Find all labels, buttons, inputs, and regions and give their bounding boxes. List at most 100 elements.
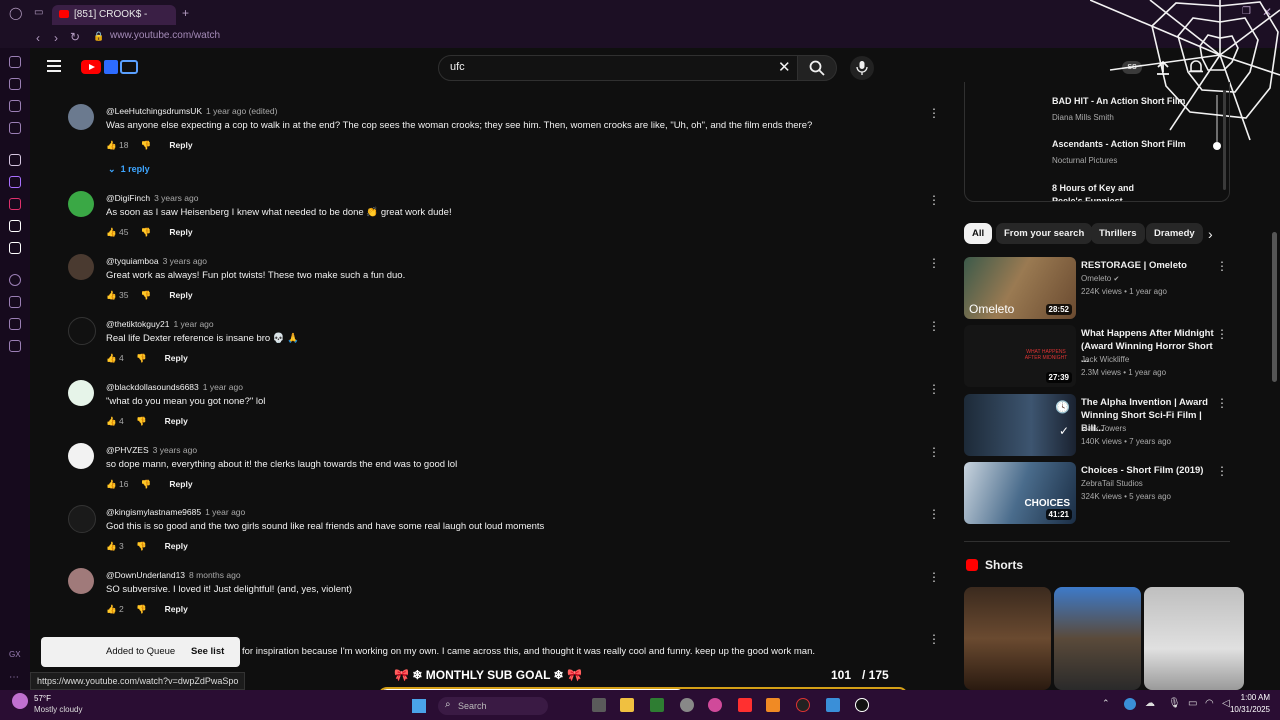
avatar[interactable] xyxy=(68,380,94,406)
tab-overview-icon[interactable]: ▭ xyxy=(34,7,43,18)
sidebar-tiktok-icon[interactable] xyxy=(9,220,21,232)
search-input[interactable]: ufc xyxy=(450,61,465,73)
like-icon[interactable]: 👍 xyxy=(106,604,117,614)
dislike-icon[interactable]: 👎 xyxy=(141,140,152,150)
comment-time[interactable]: 1 year ago xyxy=(173,319,213,329)
sidebar-news-icon[interactable] xyxy=(9,100,21,112)
tab-active[interactable]: [851] CROOK$ - Comedy xyxy=(52,5,176,40)
reply-button[interactable]: Reply xyxy=(165,604,188,614)
weather-temp[interactable]: 57°F xyxy=(34,694,51,703)
dislike-icon[interactable]: 👎 xyxy=(141,290,152,300)
video-channel[interactable]: Omeleto ✔ xyxy=(1081,274,1119,283)
video-thumbnail[interactable]: Omeleto 28:52 xyxy=(964,257,1076,319)
app-icon[interactable] xyxy=(826,698,840,712)
video-thumbnail[interactable]: WHAT HAPPENS AFTER MIDNIGHT 27:39 xyxy=(964,325,1076,387)
reply-button[interactable]: Reply xyxy=(165,353,188,363)
dislike-icon[interactable]: 👎 xyxy=(136,604,147,614)
see-list-button[interactable]: See list xyxy=(191,646,224,657)
reply-button[interactable]: Reply xyxy=(169,140,192,150)
avatar[interactable] xyxy=(68,317,96,345)
video-channel[interactable]: Mark Towers xyxy=(1081,424,1126,433)
sidebar-chatgpt-icon[interactable] xyxy=(9,56,21,68)
video-channel[interactable]: ZebraTail Studios xyxy=(1081,479,1143,488)
video-title[interactable]: Choices - Short Film (2019) xyxy=(1081,464,1216,477)
sidebar-extension-icon[interactable] xyxy=(9,318,21,330)
like-icon[interactable]: 👍 xyxy=(106,416,117,426)
avatar[interactable] xyxy=(68,505,96,533)
avatar[interactable] xyxy=(68,254,94,280)
comment-time[interactable]: 1 year ago (edited) xyxy=(206,106,277,116)
reply-button[interactable]: Reply xyxy=(165,541,188,551)
tray-app-icon[interactable] xyxy=(1124,698,1136,710)
youtube-app-icon[interactable] xyxy=(738,698,752,712)
chip-thrillers[interactable]: Thrillers xyxy=(1091,223,1145,244)
comment-author[interactable]: @DigiFinch xyxy=(106,193,150,203)
dislike-icon[interactable]: 👎 xyxy=(136,416,147,426)
dislike-icon[interactable]: 👎 xyxy=(136,353,147,363)
video-menu-icon[interactable]: ⋮ xyxy=(1216,396,1228,410)
sidebar-x-icon[interactable] xyxy=(9,242,21,254)
watch-later-icon[interactable]: 🕓 xyxy=(1055,400,1070,414)
add-to-queue-icon[interactable]: ✓ xyxy=(1059,424,1069,438)
microphone-icon[interactable]: 🎙 xyxy=(1168,698,1181,709)
dislike-icon[interactable]: 👎 xyxy=(141,479,152,489)
comment-author[interactable]: @LeeHutchingsdrumsUK xyxy=(106,106,202,116)
recommended-video[interactable]: CHOICES 41:21 Choices - Short Film (2019… xyxy=(964,462,1234,526)
app-icon[interactable] xyxy=(650,698,664,712)
sidebar-discord-icon[interactable] xyxy=(9,122,21,134)
comment-menu-icon[interactable]: ⋮ xyxy=(928,382,940,396)
doodle-logo-icon[interactable] xyxy=(104,60,118,74)
menu-icon[interactable] xyxy=(47,60,61,72)
video-title[interactable]: RESTORAGE | Omeleto xyxy=(1081,259,1216,272)
video-menu-icon[interactable]: ⋮ xyxy=(1216,464,1228,478)
video-thumbnail[interactable]: 🕓 ✓ xyxy=(964,394,1076,456)
sidebar-tools-icon[interactable] xyxy=(9,340,21,352)
opera-gx-icon[interactable] xyxy=(708,698,722,712)
comment-menu-icon[interactable]: ⋮ xyxy=(928,319,940,333)
weather-icon[interactable] xyxy=(12,693,28,709)
new-tab-icon[interactable]: + xyxy=(182,6,189,20)
playlist-item-title[interactable]: Ascendants - Action Short Film xyxy=(1052,139,1186,149)
chip-all[interactable]: All xyxy=(964,223,993,244)
like-icon[interactable]: 👍 xyxy=(106,353,117,363)
sidebar-games-icon[interactable] xyxy=(9,296,21,308)
sidebar-player-icon[interactable] xyxy=(9,274,21,286)
wifi-icon[interactable]: ◠ xyxy=(1205,698,1214,709)
forward-icon[interactable]: › xyxy=(54,31,58,45)
avatar[interactable] xyxy=(68,191,94,217)
clock-date[interactable]: 10/31/2025 xyxy=(1218,705,1270,714)
like-icon[interactable]: 👍 xyxy=(106,290,117,300)
comment-menu-icon[interactable]: ⋮ xyxy=(928,570,940,584)
app-icon[interactable] xyxy=(796,698,810,712)
avatar[interactable] xyxy=(68,568,94,594)
like-icon[interactable]: 👍 xyxy=(106,479,117,489)
chevron-right-icon[interactable]: › xyxy=(1208,226,1213,242)
clock-time[interactable]: 1:00 AM xyxy=(1228,693,1270,702)
comment-author[interactable]: @thetiktokguy21 xyxy=(106,319,169,329)
video-menu-icon[interactable]: ⋮ xyxy=(1216,327,1228,341)
comment-author[interactable]: @DownUnderland13 xyxy=(106,570,185,580)
comment-menu-icon[interactable]: ⋮ xyxy=(928,106,940,120)
comment-menu-icon[interactable]: ⋮ xyxy=(928,445,940,459)
comment-time[interactable]: 3 years ago xyxy=(154,193,198,203)
comment-menu-icon[interactable]: ⋮ xyxy=(928,507,940,521)
sidebar-messenger-icon[interactable] xyxy=(9,78,21,90)
video-channel[interactable]: Jack Wickliffe xyxy=(1081,355,1129,364)
comment-time[interactable]: 8 months ago xyxy=(189,570,241,580)
short-thumbnail[interactable] xyxy=(1054,587,1141,690)
youtube-logo-icon[interactable] xyxy=(81,60,101,74)
page-scrollbar[interactable] xyxy=(1272,232,1277,382)
recommended-video[interactable]: Omeleto 28:52 RESTORAGE | Omeleto Omelet… xyxy=(964,257,1234,321)
comment-time[interactable]: 3 years ago xyxy=(153,445,197,455)
playlist-item-title[interactable]: 8 Hours of Key and Peele's Funniest Sket… xyxy=(1052,182,1162,201)
reply-button[interactable]: Reply xyxy=(169,227,192,237)
monitor-icon[interactable]: ▭ xyxy=(1188,698,1197,709)
back-icon[interactable]: ‹ xyxy=(36,31,40,45)
comment-author[interactable]: @tyquiamboa xyxy=(106,256,159,266)
app-icon[interactable] xyxy=(855,698,869,712)
short-thumbnail[interactable] xyxy=(964,587,1051,690)
avatar[interactable] xyxy=(68,443,94,469)
browser-logo-icon[interactable]: ◯ xyxy=(9,6,22,20)
comment-time[interactable]: 3 years ago xyxy=(163,256,207,266)
like-icon[interactable]: 👍 xyxy=(106,140,117,150)
